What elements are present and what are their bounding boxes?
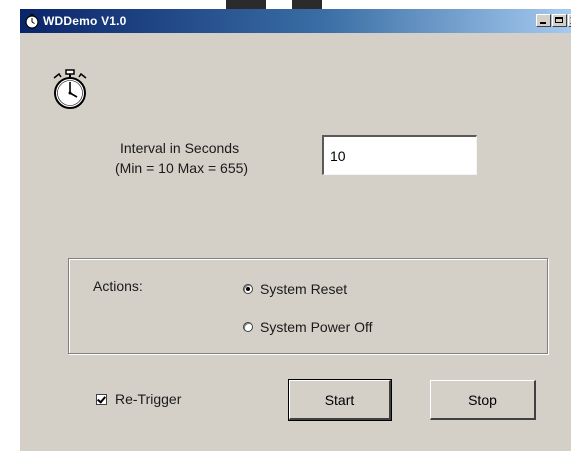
radio-system-reset[interactable]: System Reset bbox=[243, 281, 347, 297]
maximize-button[interactable] bbox=[552, 14, 567, 27]
radio-system-power-off[interactable]: System Power Off bbox=[243, 319, 373, 335]
actions-label: Actions: bbox=[93, 278, 143, 294]
actions-group: Actions: System Reset System Power Off bbox=[68, 258, 548, 354]
interval-input[interactable] bbox=[322, 135, 477, 175]
title-bar[interactable]: WDDemo V1.0 x bbox=[20, 9, 571, 33]
background-strip bbox=[0, 0, 571, 9]
radio-system-reset-label: System Reset bbox=[260, 281, 348, 297]
app-window: WDDemo V1.0 x Interval in Seconds (Min =… bbox=[20, 9, 571, 451]
radio-button-unselected bbox=[243, 322, 253, 332]
retrigger-checkbox[interactable]: Re-Trigger bbox=[96, 391, 181, 407]
interval-label: Interval in Seconds bbox=[120, 140, 240, 156]
stop-button[interactable]: Stop bbox=[430, 380, 536, 420]
radio-button-selected bbox=[243, 284, 253, 294]
interval-range-label: (Min = 10 Max = 655) bbox=[115, 160, 249, 176]
stopwatch-icon bbox=[53, 69, 87, 109]
radio-system-power-off-label: System Power Off bbox=[260, 319, 373, 335]
start-button[interactable]: Start bbox=[288, 379, 392, 421]
minimize-button[interactable] bbox=[536, 14, 551, 27]
retrigger-label: Re-Trigger bbox=[115, 391, 182, 407]
stopwatch-icon bbox=[25, 14, 39, 29]
window-title: WDDemo V1.0 bbox=[43, 14, 127, 28]
checkbox-checked bbox=[96, 393, 107, 405]
